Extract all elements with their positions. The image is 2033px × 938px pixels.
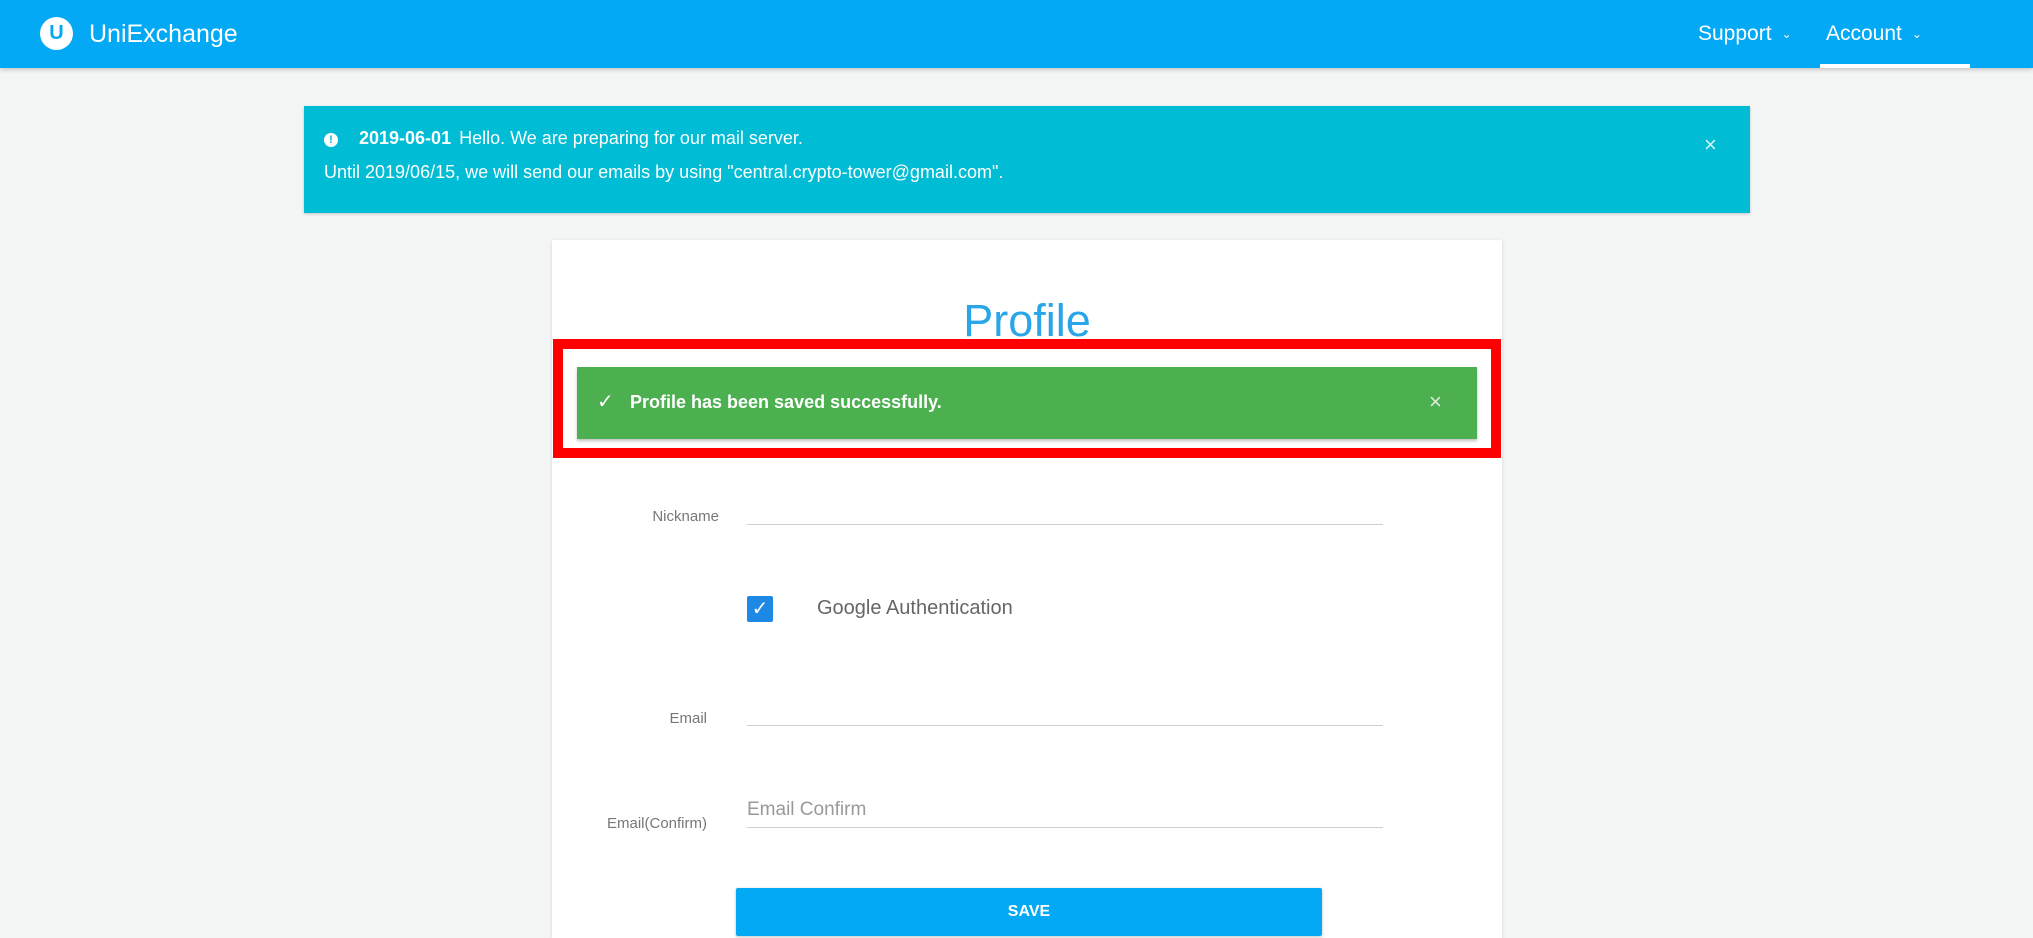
nav-account-label: Account	[1826, 22, 1902, 45]
email-input[interactable]	[747, 690, 1383, 726]
nav-support-menu[interactable]: Support ⌄	[1698, 0, 1808, 68]
announcement-text: Hello. We are preparing for our mail ser…	[459, 128, 803, 148]
info-icon: !	[324, 133, 338, 147]
announcement-line-1: 2019-06-01 Hello. We are preparing for ou…	[359, 128, 803, 149]
nickname-label: Nickname	[652, 508, 719, 525]
nav-support-label: Support	[1698, 22, 1772, 45]
announcement-date: 2019-06-01	[359, 128, 452, 148]
close-icon[interactable]: ×	[1704, 132, 1717, 158]
announcement-line-2: Until 2019/06/15, we will send our email…	[324, 162, 1004, 182]
chevron-down-icon: ⌄	[1911, 27, 1922, 41]
top-navbar: U UniExchange Support ⌄ Account ⌄	[0, 0, 2033, 68]
nav-account-menu[interactable]: Account ⌄	[1820, 0, 1970, 68]
announcement-banner: ! 2019-06-01 Hello. We are preparing for …	[304, 106, 1750, 213]
email-confirm-label: Email(Confirm)	[606, 815, 707, 832]
google-auth-label[interactable]: Google Authentication	[817, 597, 1013, 620]
success-alert: ✓ Profile has been saved successfully. ×	[577, 367, 1477, 439]
email-label: Email	[669, 710, 707, 727]
check-icon: ✓	[597, 391, 614, 413]
nickname-input[interactable]	[747, 489, 1383, 525]
success-message: Profile has been saved successfully.	[630, 392, 942, 412]
save-button[interactable]: SAVE	[736, 888, 1322, 936]
brand-name[interactable]: UniExchange	[89, 19, 238, 49]
google-auth-checkbox[interactable]: ✓	[747, 596, 773, 622]
chevron-down-icon: ⌄	[1781, 27, 1792, 41]
email-confirm-input[interactable]	[747, 792, 1383, 828]
logo-icon[interactable]: U	[40, 17, 73, 50]
close-icon[interactable]: ×	[1429, 389, 1442, 415]
